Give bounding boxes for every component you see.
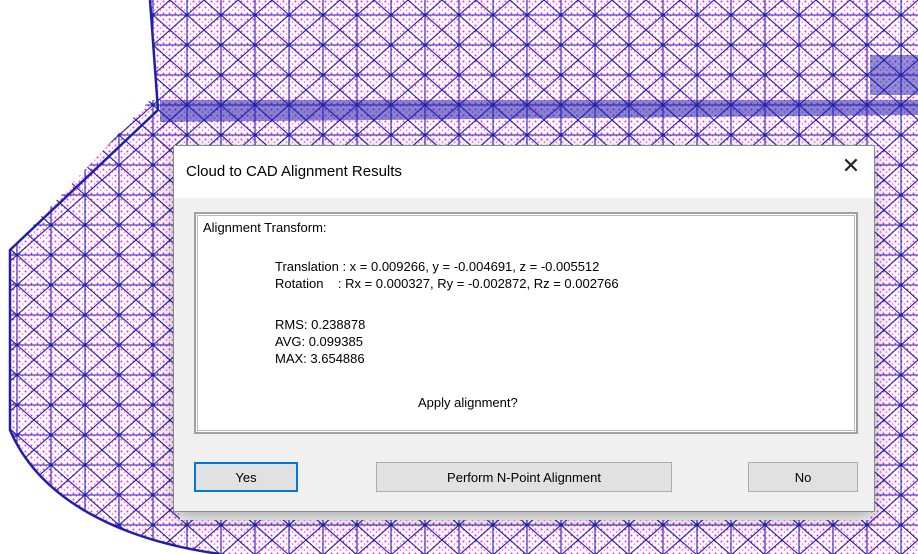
- rms-value: RMS: 0.238878: [275, 317, 366, 332]
- alignment-results-dialog: Cloud to CAD Alignment Results ✕ Alignme…: [173, 145, 875, 512]
- yes-button[interactable]: Yes: [194, 462, 298, 492]
- rotation-line: Rotation : Rx = 0.000327, Ry = -0.002872…: [275, 276, 619, 291]
- apply-question: Apply alignment?: [418, 395, 518, 410]
- max-value: MAX: 3.654886: [275, 351, 365, 366]
- results-header: Alignment Transform:: [203, 220, 327, 235]
- close-icon[interactable]: ✕: [828, 146, 874, 186]
- alignment-results-panel: Alignment Transform: Translation : x = 0…: [194, 212, 858, 434]
- no-button[interactable]: No: [748, 462, 858, 492]
- perform-n-point-alignment-button[interactable]: Perform N-Point Alignment: [376, 462, 672, 492]
- avg-value: AVG: 0.099385: [275, 334, 363, 349]
- dialog-title: Cloud to CAD Alignment Results: [186, 163, 402, 180]
- dialog-titlebar: Cloud to CAD Alignment Results ✕: [174, 146, 874, 198]
- translation-line: Translation : x = 0.009266, y = -0.00469…: [275, 259, 600, 274]
